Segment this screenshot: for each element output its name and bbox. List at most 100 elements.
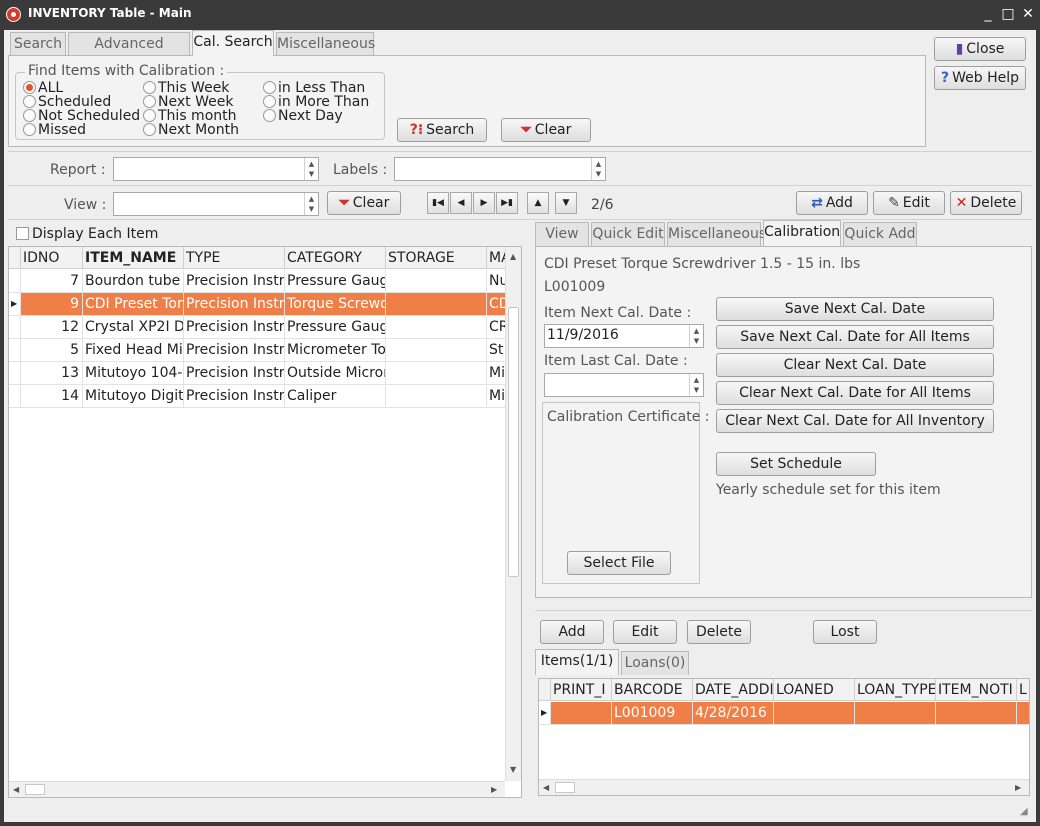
table-row[interactable]: 7 Bourdon tube p Precision Instru Pressu… — [9, 270, 507, 293]
table-row-selected[interactable]: ▶ 9 CDI Preset Tor Precision Instru Torq… — [9, 293, 507, 316]
scroll-up-icon[interactable]: ▲ — [510, 252, 516, 261]
spin-arrows-icon[interactable]: ▲ ▼ — [591, 158, 605, 180]
radio-next-day[interactable]: Next Day — [263, 109, 343, 123]
radio-in-more-than[interactable]: in More Than — [263, 95, 369, 109]
scroll-thumb[interactable] — [555, 782, 575, 793]
maximize-button[interactable]: □ — [998, 3, 1018, 25]
scroll-right-icon[interactable]: ▶ — [1015, 783, 1021, 792]
move-up-button[interactable]: ▲ — [527, 192, 549, 214]
table-row[interactable]: 5 Fixed Head Mic Precision Instru Microm… — [9, 339, 507, 362]
items-horizontal-scrollbar[interactable]: ◀ ▶ — [539, 779, 1029, 795]
display-each-item-checkbox[interactable]: Display Each Item — [16, 226, 158, 242]
select-file-button[interactable]: Select File — [567, 551, 671, 575]
tab-miscellaneous[interactable]: Miscellaneous — [276, 32, 375, 56]
items-add-button[interactable]: Add — [540, 620, 604, 644]
next-record-button[interactable]: ▶ — [473, 192, 495, 214]
minimize-button[interactable]: _ — [978, 3, 998, 25]
clear-next-cal-date-button[interactable]: Clear Next Cal. Date — [716, 353, 994, 377]
scroll-thumb[interactable] — [25, 784, 45, 795]
column-header-print-i[interactable]: PRINT_I — [551, 679, 612, 701]
tab-right-miscellaneous[interactable]: Miscellaneous — [667, 222, 766, 246]
table-row[interactable]: 12 Crystal XP2I Di Precision Instru Pres… — [9, 316, 507, 339]
labels-combo[interactable]: ▲ ▼ — [394, 157, 606, 181]
tab-quick-add[interactable]: Quick Add — [843, 222, 917, 246]
cell-storage — [386, 316, 487, 339]
clear-filter-button[interactable]: ⏷ Clear — [501, 118, 591, 142]
prev-record-button[interactable]: ◀ — [450, 192, 472, 214]
items-lost-button[interactable]: Lost — [813, 620, 877, 644]
column-header-category[interactable]: CATEGORY — [285, 247, 386, 269]
move-down-button[interactable]: ▼ — [555, 192, 577, 214]
cell-type: Precision Instru — [184, 316, 285, 339]
web-help-button[interactable]: ? Web Help — [934, 66, 1026, 90]
first-record-button[interactable]: ▮◀ — [427, 192, 449, 214]
items-delete-button[interactable]: Delete — [687, 620, 751, 644]
radio-not-scheduled[interactable]: Not Scheduled — [23, 109, 140, 123]
last-record-button[interactable]: ▶▮ — [496, 192, 518, 214]
column-header-item-name[interactable]: ITEM_NAME — [83, 247, 184, 269]
tab-cal-search[interactable]: Cal. Search — [192, 30, 274, 56]
tab-items[interactable]: Items(1/1) — [535, 649, 619, 675]
column-header-date-added[interactable]: DATE_ADDI — [693, 679, 774, 701]
last-cal-date-input[interactable]: ▲ ▼ — [544, 373, 704, 397]
radio-scheduled[interactable]: Scheduled — [23, 95, 111, 109]
tab-advanced-search[interactable]: Advanced Search — [68, 32, 190, 74]
scroll-down-icon[interactable]: ▼ — [510, 765, 516, 774]
close-button[interactable]: ▮ Close — [934, 37, 1026, 61]
column-header-idno[interactable]: IDNO — [21, 247, 83, 269]
save-next-cal-date-all-items-button[interactable]: Save Next Cal. Date for All Items — [716, 325, 994, 349]
spin-arrows-icon[interactable]: ▲ ▼ — [304, 158, 318, 180]
table-row[interactable]: 14 Mitutoyo Digita Precision Instru Cali… — [9, 385, 507, 408]
spin-arrows-icon[interactable]: ▲ ▼ — [689, 374, 703, 396]
radio-dot — [143, 123, 156, 136]
delete-button[interactable]: ✕ Delete — [950, 191, 1022, 215]
column-header-item-notes[interactable]: ITEM_NOTI — [936, 679, 1017, 701]
scroll-left-icon[interactable]: ◀ — [543, 783, 549, 792]
radio-next-month[interactable]: Next Month — [143, 123, 239, 137]
report-combo[interactable]: ▲ ▼ — [113, 157, 319, 181]
search-button[interactable]: ?⁝ Search — [397, 118, 487, 142]
edit-button[interactable]: ✎ Edit — [873, 191, 945, 215]
close-button-label: Close — [966, 41, 1005, 57]
grid-vertical-scrollbar[interactable]: ▲ ▼ — [505, 247, 521, 781]
column-header-loan-type[interactable]: LOAN_TYPE — [855, 679, 936, 701]
app-icon — [6, 7, 21, 22]
column-header-storage[interactable]: STORAGE — [386, 247, 487, 269]
radio-in-less-than[interactable]: in Less Than — [263, 81, 365, 95]
scroll-right-icon[interactable]: ▶ — [491, 785, 497, 794]
clear-next-cal-date-all-items-button[interactable]: Clear Next Cal. Date for All Items — [716, 381, 994, 405]
tab-quick-edit[interactable]: Quick Edit — [591, 222, 665, 246]
grid-horizontal-scrollbar[interactable]: ◀ ▶ — [9, 781, 505, 797]
radio-next-week[interactable]: Next Week — [143, 95, 233, 109]
tab-calibration[interactable]: Calibration — [763, 220, 841, 246]
clear-next-cal-date-all-inventory-button[interactable]: Clear Next Cal. Date for All Inventory — [716, 409, 994, 433]
view-combo[interactable]: ▲ ▼ — [113, 192, 319, 216]
resize-grip-icon[interactable]: ◢ — [1020, 806, 1028, 817]
radio-all[interactable]: ALL — [23, 81, 63, 95]
scroll-left-icon[interactable]: ◀ — [13, 785, 19, 794]
save-next-cal-date-button[interactable]: Save Next Cal. Date — [716, 297, 994, 321]
table-row-selected[interactable]: ▶ L001009 4/28/2016 — [539, 702, 1029, 725]
spin-arrows-icon[interactable]: ▲ ▼ — [689, 325, 703, 347]
column-header-type[interactable]: TYPE — [184, 247, 285, 269]
set-schedule-button[interactable]: Set Schedule — [716, 452, 876, 476]
items-edit-button[interactable]: Edit — [613, 620, 677, 644]
cell-category: Outside Microm — [285, 362, 386, 385]
close-window-button[interactable]: ✕ — [1018, 3, 1038, 25]
view-clear-button[interactable]: ⏷ Clear — [327, 191, 401, 215]
column-header-loaned[interactable]: LOANED — [774, 679, 855, 701]
add-button[interactable]: ⇄ Add — [796, 191, 868, 215]
radio-this-month[interactable]: This month — [143, 109, 237, 123]
tab-view[interactable]: View — [535, 222, 589, 246]
spin-arrows-icon[interactable]: ▲ ▼ — [304, 193, 318, 215]
tab-loans[interactable]: Loans(0) — [621, 651, 689, 675]
radio-this-week[interactable]: This Week — [143, 81, 229, 95]
column-header-ma[interactable]: MA — [487, 247, 507, 269]
column-header-l[interactable]: L — [1017, 679, 1029, 701]
column-header-barcode[interactable]: BARCODE — [612, 679, 693, 701]
radio-missed[interactable]: Missed — [23, 123, 86, 137]
scroll-thumb[interactable] — [508, 307, 519, 577]
table-row[interactable]: 13 Mitutoyo 104-1 Precision Instru Outsi… — [9, 362, 507, 385]
next-cal-date-input[interactable]: 11/9/2016 ▲ ▼ — [544, 324, 704, 348]
tab-search[interactable]: Search — [10, 32, 66, 56]
